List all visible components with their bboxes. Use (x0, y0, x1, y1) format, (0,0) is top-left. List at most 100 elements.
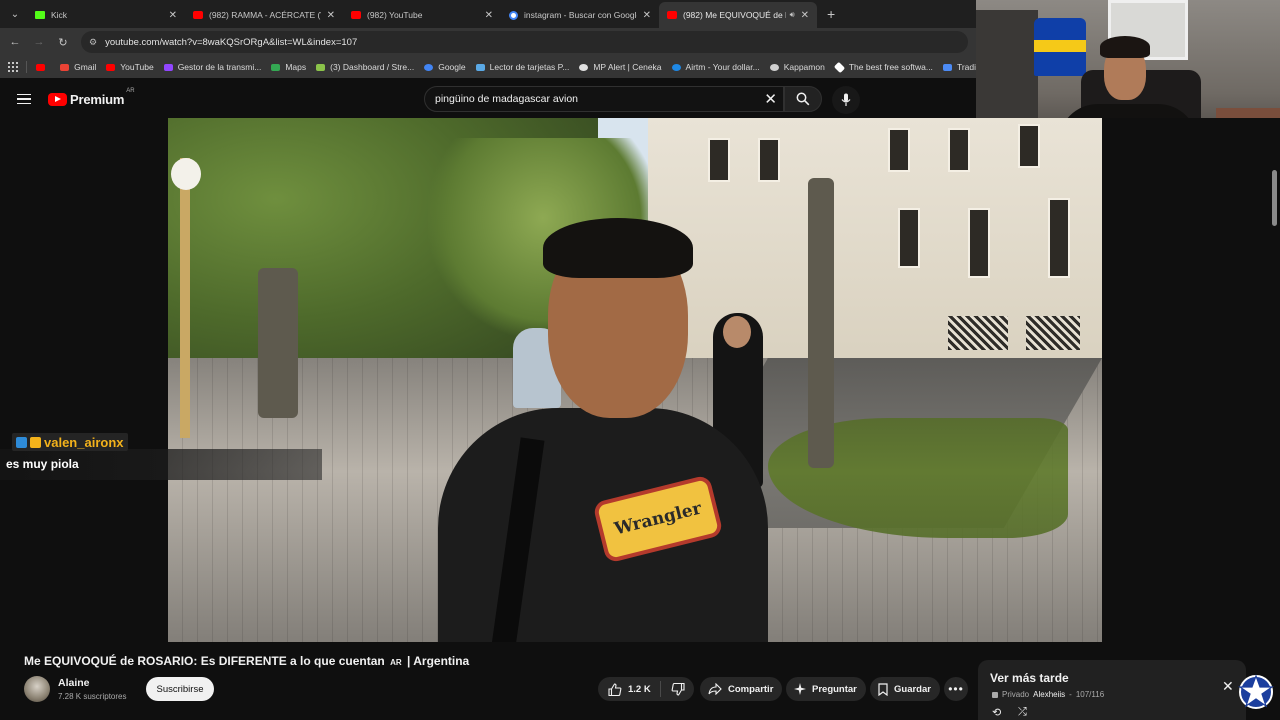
page-scrollbar[interactable] (1270, 170, 1278, 640)
youtube-masthead: Premium AR pingüino de madagascar avion … (0, 80, 976, 118)
scrollbar-thumb[interactable] (1272, 170, 1277, 226)
bookmark-label: (3) Dashboard / Stre... (330, 62, 415, 72)
chat-username: valen_aironx (44, 434, 124, 450)
software-icon (833, 61, 845, 73)
new-tab-button[interactable]: + (827, 6, 835, 22)
ask-button[interactable]: Preguntar (786, 677, 866, 701)
playlist-title[interactable]: Ver más tarde (990, 671, 1069, 685)
menu-icon[interactable] (17, 93, 31, 105)
tab-title: (982) RAMMA - ACÉRCATE (Vis (209, 10, 321, 20)
bookmarks-bar: Gmail YouTube Gestor de la transmi... Ma… (0, 56, 976, 78)
bookmark-card-reader[interactable]: Lector de tarjetas P... (475, 62, 569, 72)
playlist-owner[interactable]: Alexheiis (1033, 690, 1065, 699)
bookmark-free-software[interactable]: The best free softwa... (833, 61, 933, 73)
playlist-panel: Ver más tarde Privado Alexheiis - 107/11… (978, 660, 1246, 720)
apps-grid-icon[interactable] (8, 62, 18, 72)
voice-search-button[interactable] (832, 86, 860, 114)
tab-ramma[interactable]: (982) RAMMA - ACÉRCATE (Vis ✕ (185, 2, 343, 28)
meta-separator: - (1069, 690, 1072, 699)
trading-icon (942, 63, 952, 71)
bookmark-google[interactable]: Google (424, 62, 466, 72)
share-label: Compartir (728, 683, 774, 695)
video-title-flag: AR (390, 658, 402, 667)
dislike-button[interactable] (661, 682, 694, 696)
video-tree-trunk (808, 178, 834, 468)
youtube-icon (48, 92, 67, 106)
close-icon[interactable]: ✕ (643, 10, 651, 21)
close-icon[interactable]: ✕ (169, 10, 177, 21)
site-info-icon[interactable]: ⚙︎ (89, 37, 97, 48)
like-button[interactable]: 1.2 K (598, 682, 660, 696)
kick-icon (35, 11, 45, 19)
bookmark-dashboard[interactable]: (3) Dashboard / Stre... (316, 62, 414, 72)
microphone-icon (841, 93, 851, 106)
search-input[interactable]: pingüino de madagascar avion ✕ (424, 86, 784, 112)
back-icon[interactable]: ← (3, 36, 27, 48)
tab-instagram-search[interactable]: instagram - Buscar con Google ✕ (501, 2, 659, 28)
tab-kick[interactable]: Kick ✕ (27, 2, 185, 28)
channel-avatar[interactable] (24, 676, 50, 702)
forward-icon[interactable]: → (27, 36, 51, 48)
video-lamp-post (180, 158, 190, 438)
video-lamp-globe (171, 158, 201, 190)
bookmark-icon (878, 682, 888, 696)
tab-youtube[interactable]: (982) YouTube ✕ (343, 2, 501, 28)
lock-icon (992, 691, 998, 698)
google-icon (509, 10, 518, 20)
search-button[interactable] (784, 86, 822, 112)
bookmark-kappamon[interactable]: Kappamon (769, 62, 825, 72)
close-icon[interactable]: ✕ (485, 10, 493, 21)
gmail-icon (60, 63, 70, 71)
loop-playlist-icon[interactable]: ⟲ (992, 706, 1001, 719)
browser-tab-bar: ⌄ Kick ✕ (982) RAMMA - ACÉRCATE (Vis ✕ (… (0, 0, 976, 28)
tab-title: Kick (51, 10, 68, 20)
bookmark-youtube-channel[interactable] (36, 63, 50, 71)
bookmark-maps[interactable]: Maps (271, 62, 306, 72)
more-icon: ••• (948, 682, 964, 696)
shirt-logo-text: Wrangler (612, 498, 704, 540)
bookmark-stream-manager[interactable]: Gestor de la transmi... (163, 62, 261, 72)
bookmark-label: YouTube (120, 62, 154, 72)
tab-current-video[interactable]: (982) Me EQUIVOQUÉ de R 🔊︎ ✕ (659, 2, 817, 28)
shuffle-icon[interactable]: ⤮ (1018, 706, 1027, 719)
reload-icon[interactable]: ↻ (51, 36, 75, 49)
bookmark-youtube[interactable]: YouTube (106, 62, 154, 72)
youtube-premium-logo[interactable]: Premium AR (48, 88, 135, 107)
thumbs-down-icon (671, 682, 685, 696)
speaker-icon[interactable]: 🔊︎ (790, 10, 795, 20)
ask-label: Preguntar (812, 683, 857, 695)
channel-name[interactable]: Alaine (58, 677, 90, 689)
close-icon[interactable]: ✕ (327, 10, 335, 21)
bookmark-mp-alert[interactable]: MP Alert | Ceneka (579, 62, 662, 72)
close-icon[interactable]: ✕ (801, 10, 809, 21)
bookmark-label: Tradi (956, 62, 976, 72)
clear-search-icon[interactable]: ✕ (764, 90, 777, 108)
alert-icon (579, 63, 589, 71)
share-icon (708, 683, 722, 695)
video-player[interactable]: Wrangler (168, 118, 1102, 642)
share-button[interactable]: Compartir (700, 677, 782, 701)
save-button[interactable]: Guardar (870, 677, 940, 701)
bookmark-trading[interactable]: Tradi (942, 62, 976, 72)
url-text: youtube.com/watch?v=8waKQSrORgA&list=WL&… (105, 36, 358, 48)
vlogger-hair (543, 218, 693, 278)
video-title-text: Me EQUIVOQUÉ de ROSARIO: Es DIFERENTE a … (24, 654, 385, 668)
bookmark-label: Airtm - Your dollar... (685, 62, 760, 72)
playlist-meta: Privado Alexheiis - 107/116 (992, 690, 1104, 699)
chat-user: valen_aironx (12, 433, 128, 451)
youtube-icon (36, 63, 46, 71)
browser-toolbar: ← → ↻ ⚙︎ youtube.com/watch?v=8waKQSrORgA… (0, 28, 976, 56)
tab-title: (982) YouTube (367, 10, 423, 20)
logo-text: Premium (70, 91, 125, 107)
subscribe-button[interactable]: Suscribirse (146, 677, 214, 701)
screen: ⌄ Kick ✕ (982) RAMMA - ACÉRCATE (Vis ✕ (… (0, 0, 1280, 720)
bookmark-label: Kappamon (783, 62, 825, 72)
youtube-icon (106, 63, 116, 71)
google-icon (424, 63, 434, 71)
video-title: Me EQUIVOQUÉ de ROSARIO: Es DIFERENTE a … (24, 654, 469, 668)
bookmark-gmail[interactable]: Gmail (60, 62, 96, 72)
tab-search-icon[interactable]: ⌄ (3, 2, 27, 26)
address-bar[interactable]: ⚙︎ youtube.com/watch?v=8waKQSrORgA&list=… (81, 31, 968, 53)
more-actions-button[interactable]: ••• (944, 677, 968, 701)
bookmark-airtm[interactable]: Airtm - Your dollar... (671, 62, 760, 72)
